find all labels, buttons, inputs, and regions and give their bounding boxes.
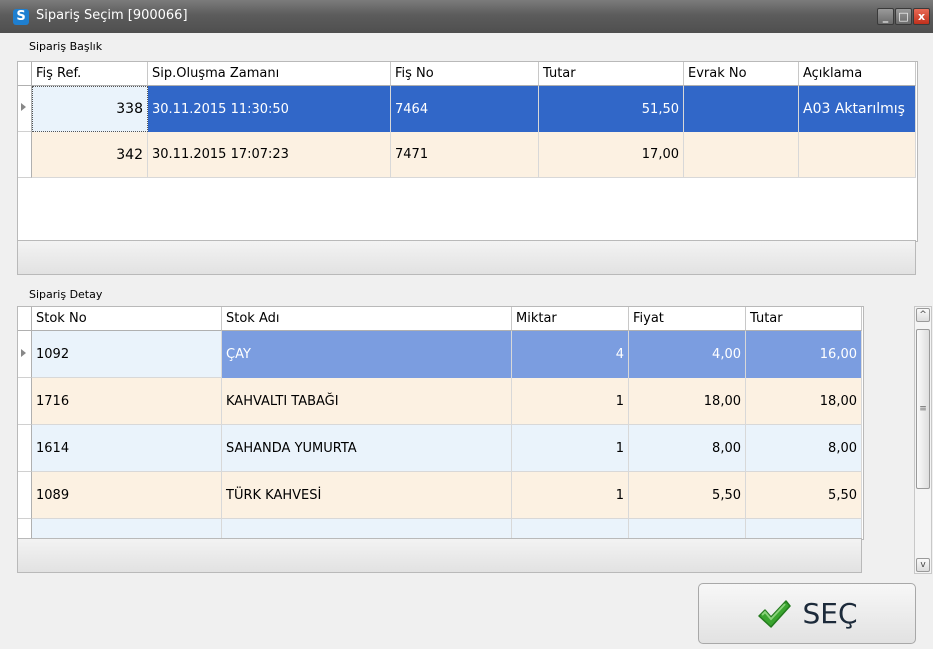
- column-header-tutar[interactable]: Tutar: [539, 62, 684, 86]
- column-header-tutar[interactable]: Tutar: [746, 307, 862, 331]
- column-header-fis-no[interactable]: Fiş No: [391, 62, 539, 86]
- checkmark-icon: [758, 599, 792, 628]
- order-header-grid[interactable]: Fiş Ref. Sip.Oluşma Zamanı Fiş No Tutar …: [17, 61, 918, 242]
- cell-evrak-no[interactable]: [684, 86, 799, 132]
- title-bar[interactable]: S Sipariş Seçim [900066] _ □ x: [0, 0, 933, 33]
- cell-stok-no[interactable]: 1089: [32, 472, 222, 519]
- row-indicator: [18, 378, 32, 425]
- column-header-miktar[interactable]: Miktar: [512, 307, 629, 331]
- cell-tutar[interactable]: 18,00: [746, 378, 862, 425]
- row-indicator: [18, 425, 32, 472]
- header-section-label: Sipariş Başlık: [29, 40, 103, 53]
- row-indicator: [18, 519, 32, 539]
- column-header-sip-olusma-zamani[interactable]: Sip.Oluşma Zamanı: [148, 62, 391, 86]
- cell-zaman[interactable]: 30.11.2015 11:30:50: [148, 86, 391, 132]
- row-indicator: [18, 331, 32, 378]
- list-item[interactable]: [512, 519, 629, 539]
- cell-miktar[interactable]: 1: [512, 425, 629, 472]
- cell-tutar[interactable]: 17,00: [539, 132, 684, 178]
- column-header-fis-ref[interactable]: Fiş Ref.: [32, 62, 148, 86]
- header-corner: [18, 62, 32, 86]
- column-header-evrak-no[interactable]: Evrak No: [684, 62, 799, 86]
- cell-aciklama[interactable]: [799, 132, 916, 178]
- row-indicator: [18, 132, 32, 178]
- cell-stok-adi[interactable]: KAHVALTI TABAĞI: [222, 378, 512, 425]
- minimize-button[interactable]: _: [877, 8, 894, 25]
- cell-miktar[interactable]: 1: [512, 378, 629, 425]
- row-indicator: [18, 86, 32, 132]
- cell-stok-adi[interactable]: ÇAY: [222, 331, 512, 378]
- app-icon: S: [13, 9, 29, 25]
- cell-stok-no[interactable]: 1614: [32, 425, 222, 472]
- window-title: Sipariş Seçim [900066]: [36, 8, 188, 23]
- cell-stok-no[interactable]: 1092: [32, 331, 222, 378]
- cell-stok-adi[interactable]: SAHANDA YUMURTA: [222, 425, 512, 472]
- cell-fiyat[interactable]: 8,00: [629, 425, 746, 472]
- list-item[interactable]: [629, 519, 746, 539]
- close-button[interactable]: x: [913, 8, 930, 25]
- header-corner: [18, 307, 32, 331]
- cell-evrak-no[interactable]: [684, 132, 799, 178]
- scroll-down-button[interactable]: v: [916, 558, 930, 572]
- cell-miktar[interactable]: 1: [512, 472, 629, 519]
- cell-fis-no[interactable]: 7471: [391, 132, 539, 178]
- cell-stok-adi[interactable]: TÜRK KAHVESİ: [222, 472, 512, 519]
- cell-stok-no[interactable]: 1716: [32, 378, 222, 425]
- cell-fis-no[interactable]: 7464: [391, 86, 539, 132]
- list-item[interactable]: [746, 519, 862, 539]
- cell-aciklama[interactable]: A03 Aktarılmış: [799, 86, 916, 132]
- list-item[interactable]: [222, 519, 512, 539]
- header-grid-footer: [17, 240, 916, 275]
- column-header-stok-adi[interactable]: Stok Adı: [222, 307, 512, 331]
- row-pointer-icon: [21, 103, 26, 111]
- scroll-thumb[interactable]: ≡: [916, 329, 930, 489]
- cell-tutar[interactable]: 5,50: [746, 472, 862, 519]
- cell-miktar[interactable]: 4: [512, 331, 629, 378]
- scroll-up-button[interactable]: ^: [916, 308, 930, 322]
- row-indicator: [18, 472, 32, 519]
- maximize-button[interactable]: □: [895, 8, 912, 25]
- cell-fis-ref[interactable]: 338: [32, 86, 148, 132]
- cell-fiyat[interactable]: 5,50: [629, 472, 746, 519]
- detail-scrollbar[interactable]: ^ ≡ v: [914, 306, 932, 574]
- cell-fiyat[interactable]: 4,00: [629, 331, 746, 378]
- column-header-aciklama[interactable]: Açıklama: [799, 62, 916, 86]
- cell-zaman[interactable]: 30.11.2015 17:07:23: [148, 132, 391, 178]
- order-detail-grid[interactable]: Stok No Stok Adı Miktar Fiyat Tutar 1092…: [17, 306, 864, 540]
- cell-fiyat[interactable]: 18,00: [629, 378, 746, 425]
- detail-grid-footer: [17, 538, 862, 573]
- cell-tutar[interactable]: 51,50: [539, 86, 684, 132]
- column-header-fiyat[interactable]: Fiyat: [629, 307, 746, 331]
- select-button[interactable]: SEÇ: [698, 583, 916, 644]
- select-button-label: SEÇ: [802, 597, 858, 630]
- cell-tutar[interactable]: 16,00: [746, 331, 862, 378]
- cell-fis-ref[interactable]: 342: [32, 132, 148, 178]
- detail-section-label: Sipariş Detay: [29, 288, 103, 301]
- list-item[interactable]: [32, 519, 222, 539]
- cell-tutar[interactable]: 8,00: [746, 425, 862, 472]
- column-header-stok-no[interactable]: Stok No: [32, 307, 222, 331]
- row-pointer-icon: [21, 349, 26, 357]
